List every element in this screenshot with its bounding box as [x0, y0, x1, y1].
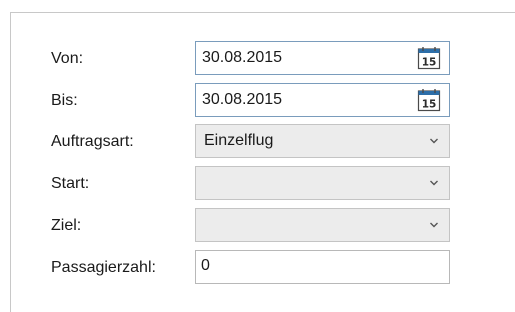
row-order-type: Auftragsart: Einzelflug — [11, 124, 515, 158]
destination-label: Ziel: — [51, 217, 82, 234]
start-label: Start: — [51, 175, 90, 192]
passengers-label: Passagierzahl: — [51, 259, 156, 276]
to-label: Bis: — [51, 92, 78, 109]
start-select[interactable] — [195, 166, 450, 200]
to-calendar-day: 15 — [422, 99, 437, 111]
row-start: Start: — [11, 166, 515, 200]
from-calendar-day: 15 — [422, 57, 437, 69]
destination-select[interactable] — [195, 208, 450, 242]
to-date-value[interactable]: 30.08.2015 — [202, 91, 282, 109]
to-date-picker[interactable]: 30.08.2015 15 — [195, 83, 450, 117]
calendar-icon[interactable]: 15 — [417, 88, 441, 112]
chevron-down-icon[interactable] — [429, 221, 439, 229]
order-type-label: Auftragsart: — [51, 133, 134, 150]
row-passengers: Passagierzahl: 0 — [11, 250, 515, 284]
chevron-down-icon[interactable] — [429, 179, 439, 187]
from-date-picker[interactable]: 30.08.2015 15 — [195, 41, 450, 75]
order-filter-panel: Von: 30.08.2015 15 Bis: 30.08.2015 15 Au… — [10, 12, 515, 312]
chevron-down-icon[interactable] — [429, 137, 439, 145]
order-type-value: Einzelflug — [204, 132, 274, 149]
row-to: Bis: 30.08.2015 15 — [11, 83, 515, 117]
passengers-value[interactable]: 0 — [201, 257, 210, 275]
row-destination: Ziel: — [11, 208, 515, 242]
calendar-icon[interactable]: 15 — [417, 46, 441, 70]
order-type-select[interactable]: Einzelflug — [195, 124, 450, 158]
from-label: Von: — [51, 50, 84, 67]
row-from: Von: 30.08.2015 15 — [11, 41, 515, 75]
from-date-value[interactable]: 30.08.2015 — [202, 49, 282, 67]
passengers-input[interactable]: 0 — [195, 250, 450, 284]
